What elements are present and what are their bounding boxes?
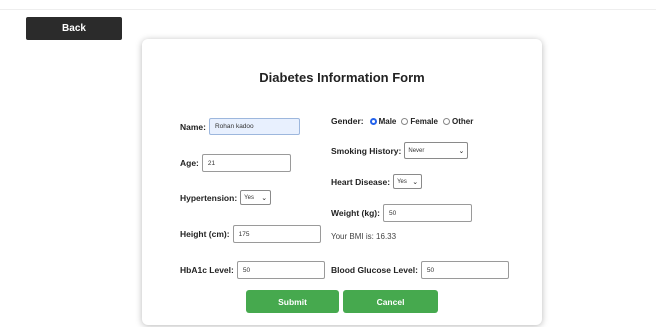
- hba1c-field-group: HbA1c Level:: [180, 261, 325, 279]
- hypertension-field-group: Hypertension: Yes ⌄: [180, 190, 272, 205]
- bmi-result-text: Your BMI is: 16.33: [331, 232, 397, 241]
- gender-label: Gender:: [331, 116, 364, 126]
- height-label: Height (cm):: [180, 229, 230, 239]
- form-title: Diabetes Information Form: [259, 70, 425, 85]
- age-label: Age:: [180, 158, 199, 168]
- weight-label: Weight (kg):: [331, 208, 380, 218]
- diabetes-form-card: Diabetes Information Form Name: Age: Hyp…: [142, 39, 542, 325]
- back-button[interactable]: Back: [26, 17, 122, 40]
- chevron-down-icon: ⌄: [458, 147, 465, 155]
- smoking-history-label: Smoking History:: [331, 145, 402, 156]
- gender-option-female: Female: [410, 116, 438, 126]
- gender-option-other: Other: [451, 116, 474, 126]
- blood-glucose-label: Blood Glucose Level:: [331, 265, 418, 275]
- name-field-group: Name:: [180, 118, 300, 135]
- hypertension-select[interactable]: Yes ⌄: [240, 190, 272, 205]
- hba1c-input[interactable]: [236, 261, 325, 279]
- hba1c-label: HbA1c Level:: [180, 265, 234, 275]
- weight-field-group: Weight (kg):: [331, 204, 472, 222]
- height-input[interactable]: [232, 225, 321, 243]
- top-divider: [0, 9, 656, 10]
- gender-radio-other[interactable]: [442, 117, 450, 125]
- heart-disease-selected-value: Yes: [397, 178, 407, 185]
- heart-disease-field-group: Heart Disease: Yes ⌄: [331, 174, 423, 189]
- hypertension-selected-value: Yes: [244, 194, 254, 201]
- cancel-button[interactable]: Cancel: [343, 290, 438, 313]
- smoking-history-selected-value: Never: [408, 147, 425, 154]
- weight-input[interactable]: [382, 204, 472, 222]
- name-label: Name:: [180, 121, 206, 132]
- name-input[interactable]: [208, 118, 300, 135]
- smoking-history-select[interactable]: Never ⌄: [404, 142, 469, 159]
- submit-button[interactable]: Submit: [246, 290, 339, 313]
- chevron-down-icon: ⌄: [261, 194, 268, 202]
- age-input[interactable]: [201, 154, 291, 172]
- gender-option-male: Male: [378, 116, 397, 126]
- heart-disease-select[interactable]: Yes ⌄: [393, 174, 423, 189]
- gender-field-group: Gender: Male Female Other: [331, 116, 475, 126]
- smoking-field-group: Smoking History: Never ⌄: [331, 142, 469, 159]
- blood-glucose-field-group: Blood Glucose Level:: [331, 261, 509, 279]
- height-field-group: Height (cm):: [180, 225, 321, 243]
- blood-glucose-input[interactable]: [420, 261, 509, 279]
- gender-radio-male[interactable]: [369, 117, 377, 125]
- gender-radio-female[interactable]: [401, 117, 409, 125]
- age-field-group: Age:: [180, 154, 291, 172]
- heart-disease-label: Heart Disease:: [331, 176, 391, 187]
- hypertension-label: Hypertension:: [180, 192, 238, 203]
- chevron-down-icon: ⌄: [412, 178, 419, 186]
